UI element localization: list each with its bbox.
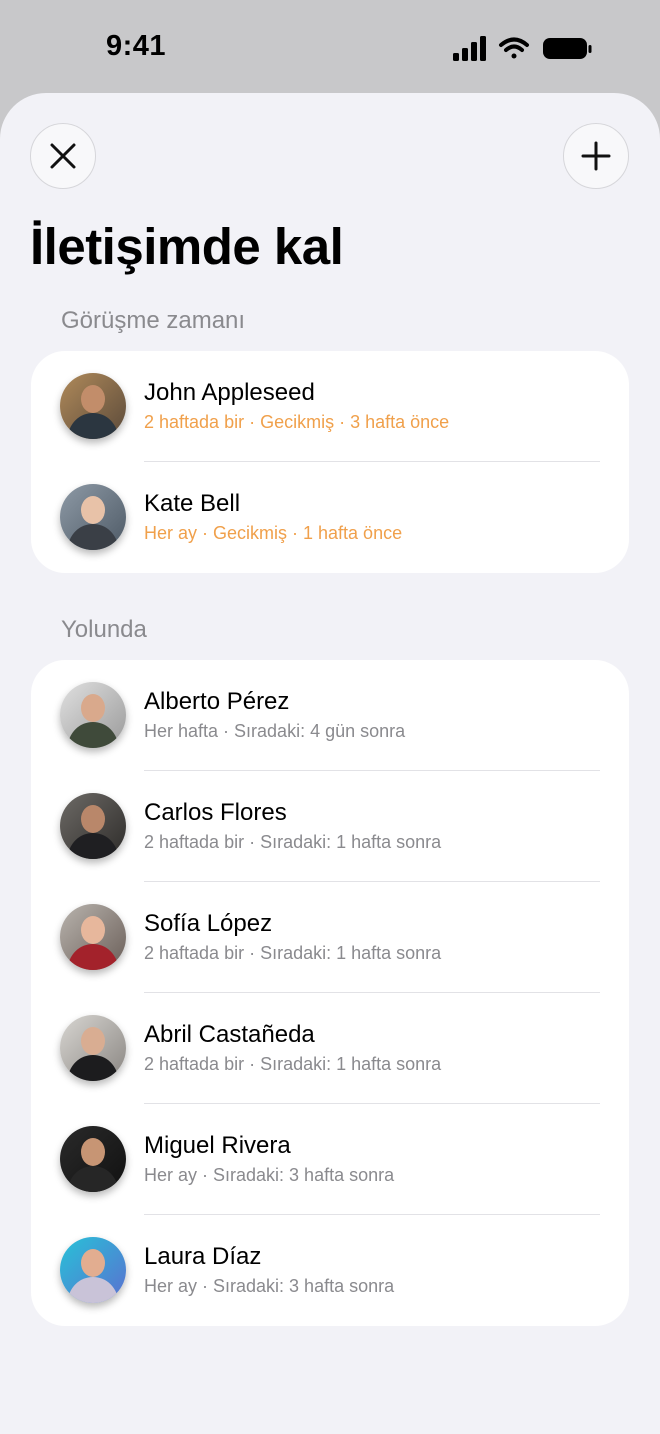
page-title: İletişimde kal bbox=[30, 218, 344, 275]
avatar bbox=[60, 793, 126, 859]
contact-row[interactable]: Kate Bell Her ay · Gecikmiş · 1 hafta ön… bbox=[31, 462, 629, 573]
contact-name: Kate Bell bbox=[144, 490, 241, 517]
contact-name: Abril Castañeda bbox=[144, 1021, 315, 1048]
contact-subtitle: 2 haftada bir · Sıradaki: 1 hafta sonra bbox=[144, 943, 442, 963]
contact-row[interactable]: Sofía López 2 haftada bir · Sıradaki: 1 … bbox=[31, 882, 629, 993]
section-header-on-track: Yolunda bbox=[61, 616, 147, 643]
battery-icon bbox=[543, 38, 592, 59]
avatar bbox=[60, 373, 126, 439]
section-header-due: Görüşme zamanı bbox=[61, 307, 246, 334]
contact-subtitle: Her ay · Sıradaki: 3 hafta sonra bbox=[144, 1165, 395, 1185]
contact-subtitle: 2 haftada bir · Gecikmiş · 3 hafta önce bbox=[144, 412, 450, 432]
add-contact-button[interactable] bbox=[563, 123, 629, 189]
contact-row[interactable]: Carlos Flores 2 haftada bir · Sıradaki: … bbox=[31, 771, 629, 882]
contact-list-due: John Appleseed 2 haftada bir · Gecikmiş … bbox=[31, 351, 629, 573]
avatar bbox=[60, 1237, 126, 1303]
wifi-icon bbox=[499, 37, 529, 59]
contact-row[interactable]: Miguel Rivera Her ay · Sıradaki: 3 hafta… bbox=[31, 1104, 629, 1215]
plus-icon bbox=[581, 141, 611, 171]
avatar bbox=[60, 904, 126, 970]
contact-row[interactable]: Alberto Pérez Her hafta · Sıradaki: 4 gü… bbox=[31, 660, 629, 771]
avatar bbox=[60, 682, 126, 748]
avatar bbox=[60, 1015, 126, 1081]
contact-row[interactable]: Laura Díaz Her ay · Sıradaki: 3 hafta so… bbox=[31, 1215, 629, 1326]
contact-name: Miguel Rivera bbox=[144, 1132, 291, 1159]
contact-name: Carlos Flores bbox=[144, 799, 287, 826]
status-icons bbox=[453, 36, 592, 61]
contact-subtitle: Her hafta · Sıradaki: 4 gün sonra bbox=[144, 721, 406, 741]
contacts-sheet: İletişimde kal Görüşme zamanı John Apple… bbox=[0, 93, 660, 1434]
contact-subtitle: Her ay · Gecikmiş · 1 hafta önce bbox=[144, 523, 403, 543]
contact-name: John Appleseed bbox=[144, 379, 315, 406]
avatar bbox=[60, 484, 126, 550]
contact-name: Sofía López bbox=[144, 910, 273, 937]
status-bar: 9:41 bbox=[0, 0, 660, 95]
close-icon bbox=[50, 143, 76, 169]
avatar bbox=[60, 1126, 126, 1192]
close-button[interactable] bbox=[30, 123, 96, 189]
contact-list-on-track: Alberto Pérez Her hafta · Sıradaki: 4 gü… bbox=[31, 660, 629, 1326]
status-time: 9:41 bbox=[106, 30, 167, 62]
contact-subtitle: 2 haftada bir · Sıradaki: 1 hafta sonra bbox=[144, 1054, 442, 1074]
cellular-signal-icon bbox=[453, 36, 486, 61]
contact-name: Laura Díaz bbox=[144, 1243, 262, 1270]
contact-row[interactable]: Abril Castañeda 2 haftada bir · Sıradaki… bbox=[31, 993, 629, 1104]
contact-subtitle: Her ay · Sıradaki: 3 hafta sonra bbox=[144, 1276, 395, 1296]
contact-row[interactable]: John Appleseed 2 haftada bir · Gecikmiş … bbox=[31, 351, 629, 462]
contact-subtitle: 2 haftada bir · Sıradaki: 1 hafta sonra bbox=[144, 832, 442, 852]
contact-name: Alberto Pérez bbox=[144, 688, 290, 715]
